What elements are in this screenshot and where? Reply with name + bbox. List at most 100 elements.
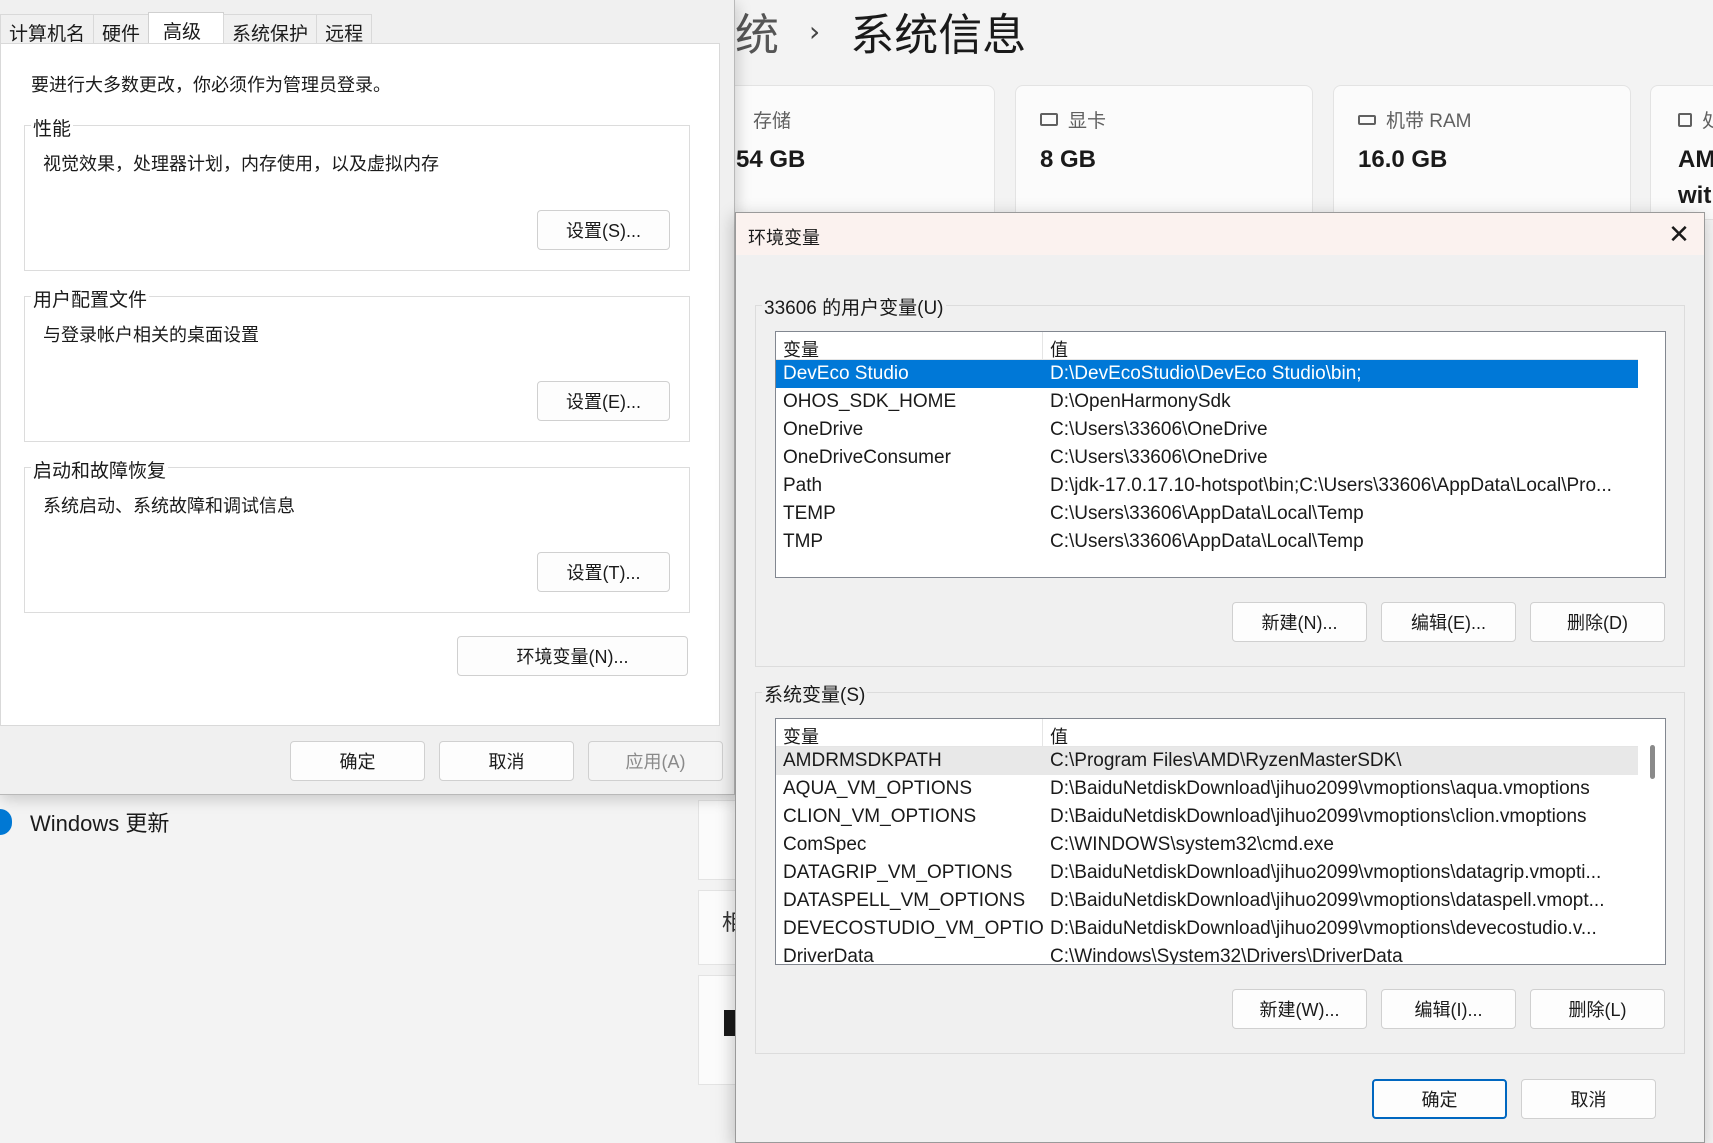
spec-label: 存储 — [753, 106, 791, 133]
cancel-button[interactable]: 取消 — [439, 741, 574, 781]
list-row[interactable]: ComSpec C:\WINDOWS\system32\cmd.exe — [776, 831, 1638, 859]
list-header: 变量 值 — [776, 332, 1638, 360]
performance-settings-button[interactable]: 设置(S)... — [537, 210, 670, 250]
column-header-name[interactable]: 变量 — [776, 719, 1043, 746]
apply-button[interactable]: 应用(A) — [588, 741, 723, 781]
user-profiles-settings-button[interactable]: 设置(E)... — [537, 381, 670, 421]
list-row[interactable]: AQUA_VM_OPTIONS D:\BaiduNetdiskDownload\… — [776, 775, 1638, 803]
list-row[interactable]: DATASPELL_VM_OPTIONS D:\BaiduNetdiskDown… — [776, 887, 1638, 915]
variable-name: DATAGRIP_VM_OPTIONS — [783, 862, 1013, 883]
spec-card-processor: 处 AM wit — [1650, 85, 1713, 220]
tab-advanced[interactable]: 高级 — [148, 12, 225, 44]
tab-remote[interactable]: 远程 — [316, 14, 373, 45]
group-desc: 与登录帐户相关的桌面设置 — [43, 325, 259, 345]
system-variables-list[interactable]: 变量 值 AMDRMSDKPATH C:\Program Files\AMD\R… — [775, 718, 1666, 965]
ok-button[interactable]: 确定 — [290, 741, 425, 781]
group-user-profiles: 用户配置文件 与登录帐户相关的桌面设置 设置(E)... — [24, 285, 690, 442]
breadcrumb-prev[interactable]: 统 — [735, 0, 779, 63]
close-button[interactable]: ✕ — [1654, 213, 1704, 255]
variable-value: C:\Program Files\AMD\RyzenMasterSDK\ — [1050, 750, 1402, 771]
list-row[interactable]: OneDriveConsumer C:\Users\33606\OneDrive — [776, 444, 1638, 472]
spec-value: AM — [1678, 146, 1713, 173]
startup-recovery-settings-button[interactable]: 设置(T)... — [537, 552, 670, 592]
group-title: 用户配置文件 — [31, 285, 150, 312]
variable-name: DEVECOSTUDIO_VM_OPTIO... — [783, 918, 1043, 939]
list-row[interactable]: DriverData C:\Windows\System32\Drivers\D… — [776, 943, 1638, 965]
variable-name: OHOS_SDK_HOME — [783, 391, 957, 412]
user-delete-button[interactable]: 删除(D) — [1530, 602, 1665, 642]
tab-panel-advanced: 要进行大多数更改，你必须作为管理员登录。 性能 视觉效果，处理器计划，内存使用，… — [0, 43, 720, 726]
system-edit-button[interactable]: 编辑(I)... — [1381, 989, 1516, 1029]
list-row[interactable]: TEMP C:\Users\33606\AppData\Local\Temp — [776, 500, 1638, 528]
list-row[interactable]: OneDrive C:\Users\33606\OneDrive — [776, 416, 1638, 444]
spec-value: 54 GB — [736, 146, 806, 173]
list-row[interactable]: AMDRMSDKPATH C:\Program Files\AMD\RyzenM… — [776, 747, 1638, 775]
variable-name: ComSpec — [783, 834, 867, 855]
list-row[interactable]: OHOS_SDK_HOME D:\OpenHarmonySdk — [776, 388, 1638, 416]
tab-hardware[interactable]: 硬件 — [93, 14, 150, 45]
list-row[interactable]: DATAGRIP_VM_OPTIONS D:\BaiduNetdiskDownl… — [776, 859, 1638, 887]
group-startup-recovery: 启动和故障恢复 系统启动、系统故障和调试信息 设置(T)... — [24, 456, 690, 613]
group-desc: 视觉效果，处理器计划，内存使用，以及虚拟内存 — [43, 154, 439, 174]
windows-update-icon — [0, 809, 12, 835]
variable-value: C:\Users\33606\OneDrive — [1050, 419, 1268, 440]
column-header-name[interactable]: 变量 — [776, 332, 1043, 359]
ram-icon — [1358, 114, 1376, 125]
spec-card-storage: 存储 54 GB — [700, 85, 995, 220]
user-variables-list[interactable]: 变量 值 DevEco Studio D:\DevEcoStudio\DevEc… — [775, 331, 1666, 578]
variable-name: Path — [783, 475, 823, 496]
system-delete-button[interactable]: 删除(L) — [1530, 989, 1665, 1029]
group-title: 启动和故障恢复 — [31, 456, 169, 483]
spec-label-text: 显卡 — [1068, 111, 1107, 132]
spec-value: 16.0 GB — [1358, 146, 1448, 173]
user-edit-button[interactable]: 编辑(E)... — [1381, 602, 1516, 642]
spec-label: 处 — [1678, 106, 1713, 133]
variable-name: TEMP — [783, 503, 836, 524]
variable-name: OneDrive — [783, 419, 864, 440]
variable-value: D:\DevEcoStudio\DevEco Studio\bin; — [1050, 363, 1362, 384]
list-row[interactable]: CLION_VM_OPTIONS D:\BaiduNetdiskDownload… — [776, 803, 1638, 831]
cancel-button[interactable]: 取消 — [1521, 1079, 1656, 1119]
title-bar[interactable]: 环境变量 ✕ — [736, 213, 1704, 255]
tab-bar: 计算机名 硬件 高级 系统保护 远程 — [0, 12, 373, 45]
cpu-icon — [1678, 112, 1692, 127]
list-row[interactable]: DEVECOSTUDIO_VM_OPTIO... D:\BaiduNetdisk… — [776, 915, 1638, 943]
variable-value: C:\Users\33606\OneDrive — [1050, 447, 1268, 468]
variable-name: OneDriveConsumer — [783, 447, 951, 468]
variable-value: D:\BaiduNetdiskDownload\jihuo2099\vmopti… — [1050, 918, 1597, 939]
column-header-value[interactable]: 值 — [1043, 332, 1638, 359]
variable-name: TMP — [783, 531, 824, 552]
list-row[interactable]: Path D:\jdk-17.0.17.10-hotspot\bin;C:\Us… — [776, 472, 1638, 500]
variable-name: AQUA_VM_OPTIONS — [783, 778, 972, 799]
spec-label: 显卡 — [1040, 106, 1106, 133]
variable-name: DriverData — [783, 946, 874, 965]
system-new-button[interactable]: 新建(W)... — [1232, 989, 1367, 1029]
environment-variables-button[interactable]: 环境变量(N)... — [457, 636, 688, 676]
gpu-icon — [1040, 113, 1058, 126]
variable-value: D:\BaiduNetdiskDownload\jihuo2099\vmopti… — [1050, 890, 1605, 911]
tab-system-protection[interactable]: 系统保护 — [223, 14, 318, 45]
variable-value: C:\Users\33606\AppData\Local\Temp — [1050, 503, 1364, 524]
column-header-value[interactable]: 值 — [1043, 719, 1638, 746]
variable-name: DATASPELL_VM_OPTIONS — [783, 890, 1026, 911]
spec-value: 8 GB — [1040, 146, 1097, 173]
variable-value: D:\BaiduNetdiskDownload\jihuo2099\vmopti… — [1050, 778, 1590, 799]
spec-label-text: 存储 — [753, 111, 792, 132]
breadcrumb: 统 › 系统信息 — [735, 0, 1026, 62]
nav-windows-update[interactable]: Windows 更新 — [0, 800, 169, 844]
user-new-button[interactable]: 新建(N)... — [1232, 602, 1367, 642]
tab-computer-name[interactable]: 计算机名 — [0, 14, 95, 45]
page-title: 系统信息 — [850, 10, 1027, 61]
variable-value: C:\WINDOWS\system32\cmd.exe — [1050, 834, 1334, 855]
list-row[interactable]: TMP C:\Users\33606\AppData\Local\Temp — [776, 528, 1638, 556]
ok-button[interactable]: 确定 — [1372, 1079, 1507, 1119]
scrollbar-thumb[interactable] — [1650, 745, 1655, 779]
admin-note: 要进行大多数更改，你必须作为管理员登录。 — [31, 75, 391, 95]
bg-card — [698, 800, 738, 880]
group-desc: 系统启动、系统故障和调试信息 — [43, 496, 295, 516]
list-row[interactable]: DevEco Studio D:\DevEcoStudio\DevEco Stu… — [776, 360, 1638, 388]
spec-label: 机带 RAM — [1358, 106, 1472, 133]
variable-name: CLION_VM_OPTIONS — [783, 806, 977, 827]
dialog-title: 环境变量 — [748, 228, 820, 248]
variable-value: D:\BaiduNetdiskDownload\jihuo2099\vmopti… — [1050, 806, 1587, 827]
